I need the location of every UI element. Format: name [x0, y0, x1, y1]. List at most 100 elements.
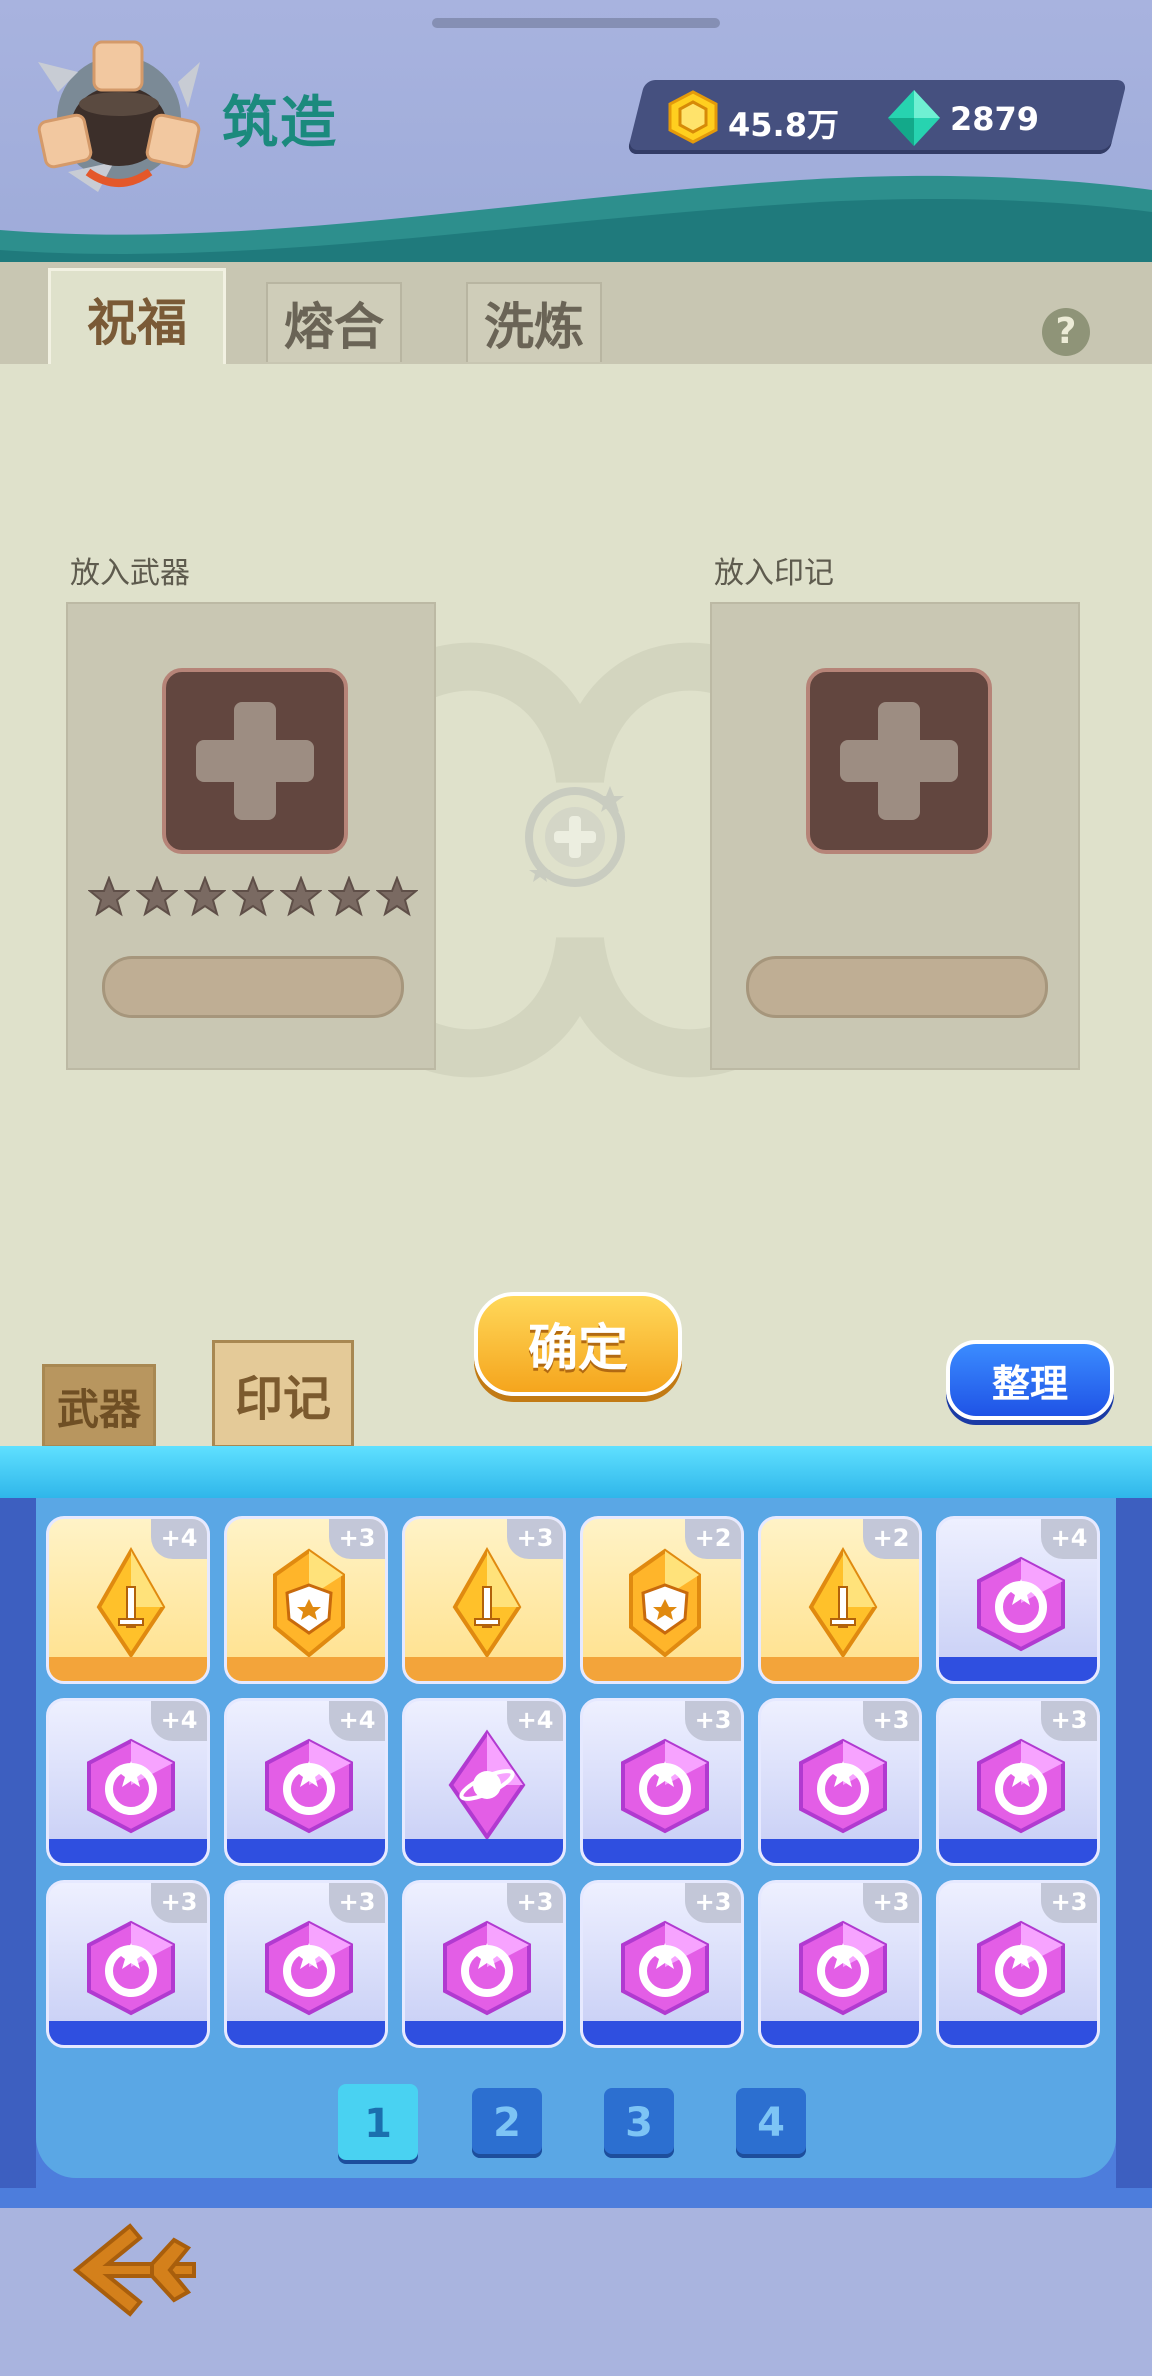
status-notch — [432, 18, 720, 28]
combine-plus-icon — [525, 786, 625, 887]
moon-star-gem-icon — [87, 1738, 175, 1834]
item-base — [761, 1839, 919, 1863]
item-level-badge: +4 — [151, 1701, 207, 1741]
tab-fuse[interactable]: 熔合 — [266, 282, 402, 362]
inventory-item[interactable]: +4 — [224, 1698, 388, 1866]
item-base — [49, 1657, 207, 1681]
item-base — [583, 2021, 741, 2045]
sort-button[interactable]: 整理 — [946, 1340, 1114, 1420]
item-base — [761, 1657, 919, 1681]
star-icon — [184, 876, 226, 917]
item-base — [939, 1657, 1097, 1681]
inventory-item[interactable]: +3 — [580, 1698, 744, 1866]
inventory-item[interactable]: +3 — [580, 1880, 744, 2048]
item-level-badge: +3 — [863, 1701, 919, 1741]
inventory-item[interactable]: +4 — [936, 1516, 1100, 1684]
add-mark-button[interactable] — [806, 668, 992, 854]
plus-icon-vertical — [878, 702, 920, 820]
inventory-item[interactable]: +3 — [758, 1880, 922, 2048]
star-icon — [376, 876, 418, 917]
item-level-badge: +4 — [1041, 1519, 1097, 1559]
item-base — [939, 1839, 1097, 1863]
inventory-item[interactable]: +4 — [46, 1698, 210, 1866]
inventory-item[interactable]: +2 — [758, 1516, 922, 1684]
item-level-badge: +2 — [685, 1519, 741, 1559]
planet-gem-icon — [448, 1729, 526, 1839]
page-button-3[interactable]: 3 — [604, 2088, 674, 2158]
item-level-badge: +3 — [863, 1883, 919, 1923]
back-arrow-icon[interactable] — [70, 2210, 200, 2330]
gold-coin-icon — [668, 90, 718, 144]
item-level-badge: +3 — [507, 1883, 563, 1923]
page-button-2[interactable]: 2 — [472, 2088, 542, 2158]
item-level-badge: +3 — [507, 1519, 563, 1559]
moon-star-gem-icon — [799, 1738, 887, 1834]
item-base — [405, 2021, 563, 2045]
help-icon[interactable]: ? — [1042, 308, 1090, 356]
item-level-badge: +3 — [1041, 1701, 1097, 1741]
gem-icon — [888, 90, 940, 146]
inventory-item[interactable]: +3 — [936, 1698, 1100, 1866]
item-base — [49, 1839, 207, 1863]
sword-crystal-icon — [452, 1547, 522, 1657]
inventory-item[interactable]: +3 — [224, 1516, 388, 1684]
item-base — [583, 1839, 741, 1863]
inventory-item[interactable]: +3 — [46, 1880, 210, 2048]
page-button-4[interactable]: 4 — [736, 2088, 806, 2158]
moon-star-gem-icon — [443, 1920, 531, 2016]
inventory-item[interactable]: +2 — [580, 1516, 744, 1684]
shield-crystal-icon — [629, 1548, 701, 1657]
item-base — [405, 1839, 563, 1863]
tab-bless[interactable]: 祝福 — [48, 268, 226, 366]
inventory-item[interactable]: +3 — [402, 1880, 566, 2048]
sword-crystal-icon — [96, 1547, 166, 1657]
inventory-item[interactable]: +4 — [46, 1516, 210, 1684]
confirm-button[interactable]: 确定 — [474, 1292, 682, 1396]
item-level-badge: +3 — [1041, 1883, 1097, 1923]
moon-star-gem-icon — [977, 1920, 1065, 2016]
bag-tab-mark[interactable]: 印记 — [212, 1340, 354, 1448]
item-level-badge: +2 — [863, 1519, 919, 1559]
weapon-slot-label: 放入武器 — [70, 556, 190, 591]
bag-tab-weapon[interactable]: 武器 — [42, 1364, 156, 1448]
forge-icon — [37, 40, 201, 192]
star-icon — [280, 876, 322, 917]
item-level-badge: +3 — [329, 1519, 385, 1559]
mark-slot-label: 放入印记 — [714, 556, 834, 591]
inventory-top-border — [0, 1446, 1152, 1498]
item-base — [405, 1657, 563, 1681]
moon-star-gem-icon — [265, 1920, 353, 2016]
star-rating — [88, 876, 418, 926]
item-base — [227, 2021, 385, 2045]
sword-crystal-icon — [808, 1547, 878, 1657]
inventory-rail-right — [1116, 1498, 1152, 2188]
item-level-badge: +3 — [685, 1883, 741, 1923]
inventory-item[interactable]: +3 — [402, 1516, 566, 1684]
inventory-rail-left — [0, 1498, 36, 2188]
item-level-badge: +4 — [151, 1519, 207, 1559]
page-title: 筑造 — [222, 91, 338, 156]
mark-slot-card — [710, 602, 1080, 1070]
plus-icon-vertical — [234, 702, 276, 820]
shield-crystal-icon — [273, 1548, 345, 1657]
moon-star-gem-icon — [977, 1738, 1065, 1834]
inventory-item[interactable]: +3 — [936, 1880, 1100, 2048]
item-level-badge: +3 — [329, 1883, 385, 1923]
inventory-item[interactable]: +3 — [758, 1698, 922, 1866]
gem-amount: 2879 — [950, 100, 1040, 138]
star-icon — [88, 876, 130, 917]
moon-star-gem-icon — [87, 1920, 175, 2016]
gold-amount: 45.8万 — [728, 106, 839, 144]
moon-star-gem-icon — [621, 1920, 709, 2016]
add-weapon-button[interactable] — [162, 668, 348, 854]
moon-star-gem-icon — [265, 1738, 353, 1834]
star-icon — [232, 876, 274, 917]
item-base — [49, 2021, 207, 2045]
item-base — [583, 1657, 741, 1681]
inventory-item[interactable]: +4 — [402, 1698, 566, 1866]
inventory-item[interactable]: +3 — [224, 1880, 388, 2048]
item-base — [227, 1657, 385, 1681]
star-icon — [136, 876, 178, 917]
tab-refine[interactable]: 洗炼 — [466, 282, 602, 362]
page-button-1[interactable]: 1 — [338, 2084, 418, 2164]
